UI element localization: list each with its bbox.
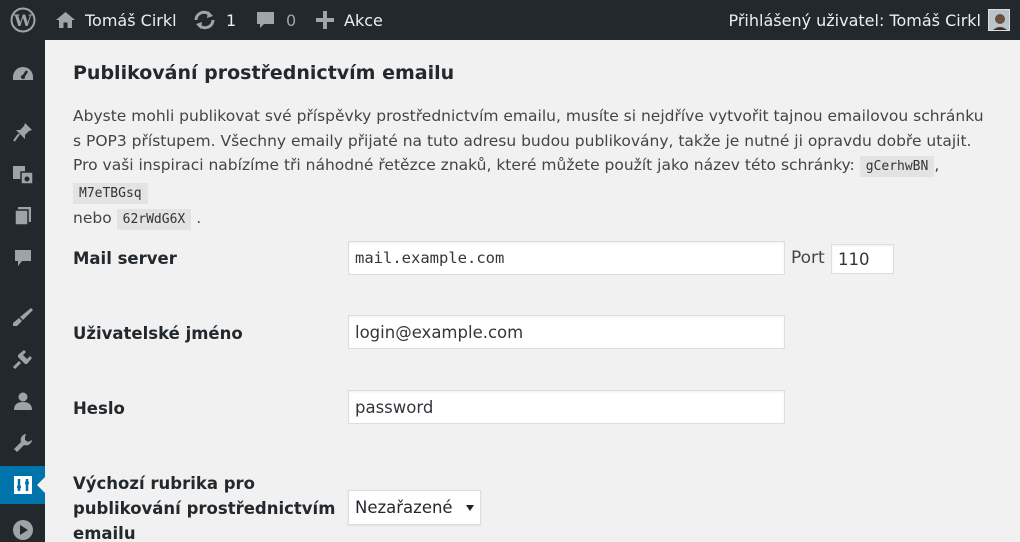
- new-content-link[interactable]: Akce: [316, 0, 383, 40]
- comment-bubble-icon: [255, 10, 276, 30]
- random-string-2: M7eTBGsq: [73, 182, 148, 204]
- site-name-link[interactable]: Tomáš Cirkl: [55, 0, 177, 40]
- random-string-3: 62rWdG6X: [116, 209, 192, 230]
- comments-icon[interactable]: [0, 241, 45, 275]
- dashboard-icon[interactable]: [0, 57, 45, 91]
- password-label: Heslo: [73, 399, 125, 418]
- appearance-icon[interactable]: [0, 300, 45, 334]
- username-label: Uživatelské jméno: [73, 324, 243, 343]
- updates-link[interactable]: 1: [193, 0, 236, 40]
- svg-text:W: W: [13, 11, 33, 30]
- dropdown-arrow-icon: [466, 504, 474, 511]
- default-category-select[interactable]: Nezařazené: [348, 490, 481, 525]
- comments-count: 0: [286, 10, 297, 30]
- new-content-label: Akce: [344, 10, 383, 30]
- page-title: Publikování prostřednictvím emailu: [73, 62, 455, 84]
- comments-link[interactable]: 0: [255, 0, 296, 40]
- default-category-label-line-3: emailu: [73, 524, 136, 542]
- tools-icon[interactable]: [0, 426, 45, 460]
- settings-icon[interactable]: [0, 466, 45, 504]
- updates-count: 1: [226, 10, 237, 30]
- random-string-1: gCerhwBN: [859, 156, 935, 177]
- home-icon: [55, 11, 76, 29]
- password-input[interactable]: password: [348, 390, 785, 424]
- pages-icon[interactable]: [0, 199, 45, 233]
- username-input[interactable]: login@example.com: [348, 315, 785, 349]
- my-account-link[interactable]: Přihlášený uživatel: Tomáš Cirkl: [728, 0, 1010, 40]
- updates-icon: [193, 10, 216, 30]
- site-name: Tomáš Cirkl: [85, 10, 177, 30]
- intro-paragraph: Abyste mohli publikovat své příspěvky pr…: [73, 107, 984, 174]
- account-text: Přihlášený uživatel: Tomáš Cirkl: [728, 10, 981, 30]
- admin-sidebar: [0, 40, 45, 542]
- admin-bar: W Tomáš Cirkl 1 0 Akce Přihlášený uživat…: [0, 0, 1020, 40]
- plugins-icon[interactable]: [0, 342, 45, 376]
- selected-category: Nezařazené: [355, 498, 453, 517]
- pin-icon[interactable]: [0, 115, 45, 149]
- wordpress-logo-icon[interactable]: W: [0, 0, 45, 40]
- default-category-label-line-2: publikování prostřednictvím: [73, 499, 336, 518]
- or-word: nebo: [73, 209, 112, 227]
- port-label: Port: [791, 248, 825, 268]
- port-input[interactable]: 110: [831, 244, 894, 274]
- mail-server-input[interactable]: mail.example.com: [348, 241, 785, 275]
- mail-server-label: Mail server: [73, 249, 177, 268]
- avatar: [988, 9, 1010, 31]
- play-icon[interactable]: [0, 513, 45, 542]
- default-category-label-line-1: Výchozí rubrika pro: [73, 474, 256, 493]
- sentence-end: .: [196, 209, 202, 227]
- separator: ,: [934, 156, 940, 174]
- plus-icon: [316, 11, 334, 29]
- users-icon[interactable]: [0, 384, 45, 418]
- media-icon[interactable]: [0, 158, 45, 192]
- intro-text: Abyste mohli publikovat své příspěvky pr…: [73, 104, 993, 233]
